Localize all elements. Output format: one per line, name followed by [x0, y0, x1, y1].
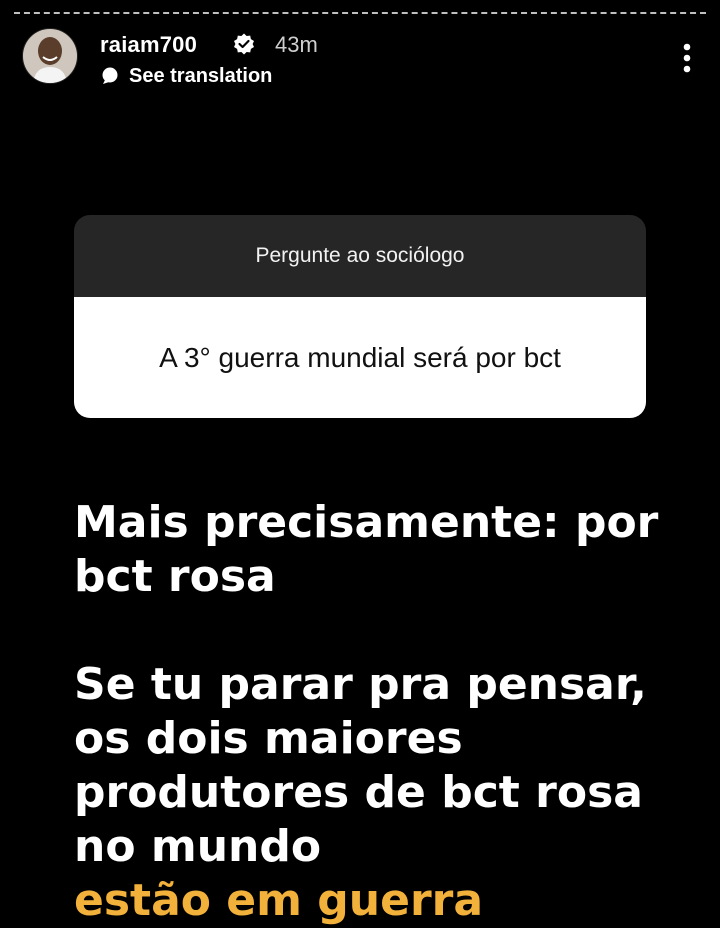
verified-badge-icon — [234, 33, 254, 55]
see-translation-label: See translation — [129, 64, 273, 87]
translate-icon — [102, 67, 118, 84]
caption-highlight-text: estão em guerra — [74, 875, 484, 926]
see-translation-button[interactable]: See translation — [100, 64, 272, 88]
question-prompt: Pergunte ao sociólogo — [255, 244, 465, 267]
timestamp: 43m — [275, 32, 318, 57]
story-header: raiam700 43m See translation — [22, 28, 702, 92]
username[interactable]: raiam700 — [100, 32, 197, 58]
caption-paragraph-2: Se tu parar pra pensar, os dois maiores … — [74, 658, 694, 928]
question-sticker-header: Pergunte ao sociólogo — [74, 215, 646, 297]
question-sticker-body: A 3° guerra mundial será por bct — [74, 297, 646, 418]
caption-paragraph-1: Mais precisamente: por bct rosa — [74, 497, 659, 602]
story-progress-bar — [14, 12, 706, 14]
question-sticker: Pergunte ao sociólogo A 3° guerra mundia… — [74, 215, 646, 418]
story-caption: Mais precisamente: por bct rosa Se tu pa… — [74, 496, 694, 928]
caption-main-text: Se tu parar pra pensar, os dois maiores … — [74, 659, 647, 872]
question-answer: A 3° guerra mundial será por bct — [159, 341, 561, 373]
avatar[interactable] — [22, 28, 78, 84]
more-options-icon[interactable] — [682, 42, 692, 74]
